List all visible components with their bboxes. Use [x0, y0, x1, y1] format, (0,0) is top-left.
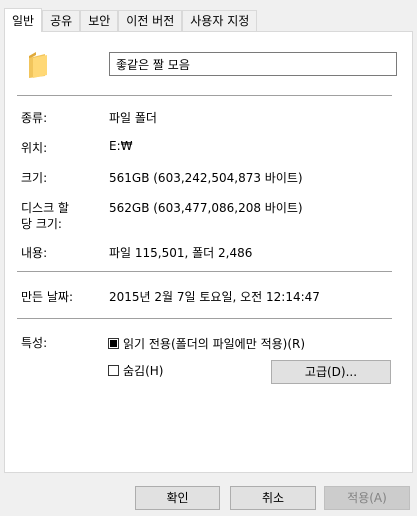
readonly-checkbox-row[interactable]: 읽기 전용(폴더의 파일에만 적용)(R)	[108, 335, 305, 352]
separator	[17, 271, 392, 272]
hidden-checkbox-row[interactable]: 숨김(H)	[108, 362, 163, 379]
type-label: 종류:	[21, 111, 48, 125]
apply-button: 적용(A)	[324, 486, 410, 510]
size-value: 561GB (603,242,504,873 바이트)	[109, 171, 303, 185]
ok-button[interactable]: 확인	[135, 486, 220, 510]
cancel-button[interactable]: 취소	[230, 486, 316, 510]
size-on-disk-label-line1: 디스크 할	[21, 201, 69, 215]
readonly-checkbox-label: 읽기 전용(폴더의 파일에만 적용)(R)	[123, 337, 306, 351]
folder-icon	[27, 50, 49, 83]
location-value: E:₩	[109, 139, 133, 153]
tab-customize[interactable]: 사용자 지정	[182, 10, 258, 32]
general-panel: 종류: 파일 폴더 위치: E:₩ 크기: 561GB (603,242,504…	[4, 31, 413, 473]
folder-name-input[interactable]	[109, 52, 397, 76]
tab-sharing[interactable]: 공유	[42, 10, 81, 32]
attributes-label: 특성:	[21, 336, 48, 350]
type-value: 파일 폴더	[109, 111, 157, 125]
tab-general[interactable]: 일반	[4, 8, 43, 32]
tab-security[interactable]: 보안	[80, 10, 119, 32]
contains-label: 내용:	[21, 246, 48, 260]
location-label: 위치:	[21, 141, 48, 155]
separator	[17, 318, 392, 319]
created-label: 만든 날짜:	[21, 290, 74, 304]
size-label: 크기:	[21, 171, 48, 185]
advanced-button[interactable]: 고급(D)...	[271, 360, 391, 384]
tab-previous-versions[interactable]: 이전 버전	[118, 10, 183, 32]
contains-value: 파일 115,501, 폴더 2,486	[109, 246, 253, 260]
created-value: 2015년 2월 7일 토요일, 오전 12:14:47	[109, 290, 320, 304]
hidden-checkbox-label: 숨김(H)	[123, 364, 164, 378]
separator	[17, 95, 392, 96]
hidden-checkbox[interactable]	[108, 365, 119, 376]
tab-bar: 일반 공유 보안 이전 버전 사용자 지정	[4, 8, 258, 32]
size-on-disk-value: 562GB (603,477,086,208 바이트)	[109, 201, 303, 215]
size-on-disk-label-line2: 당 크기:	[21, 217, 62, 231]
readonly-checkbox[interactable]	[108, 338, 119, 349]
